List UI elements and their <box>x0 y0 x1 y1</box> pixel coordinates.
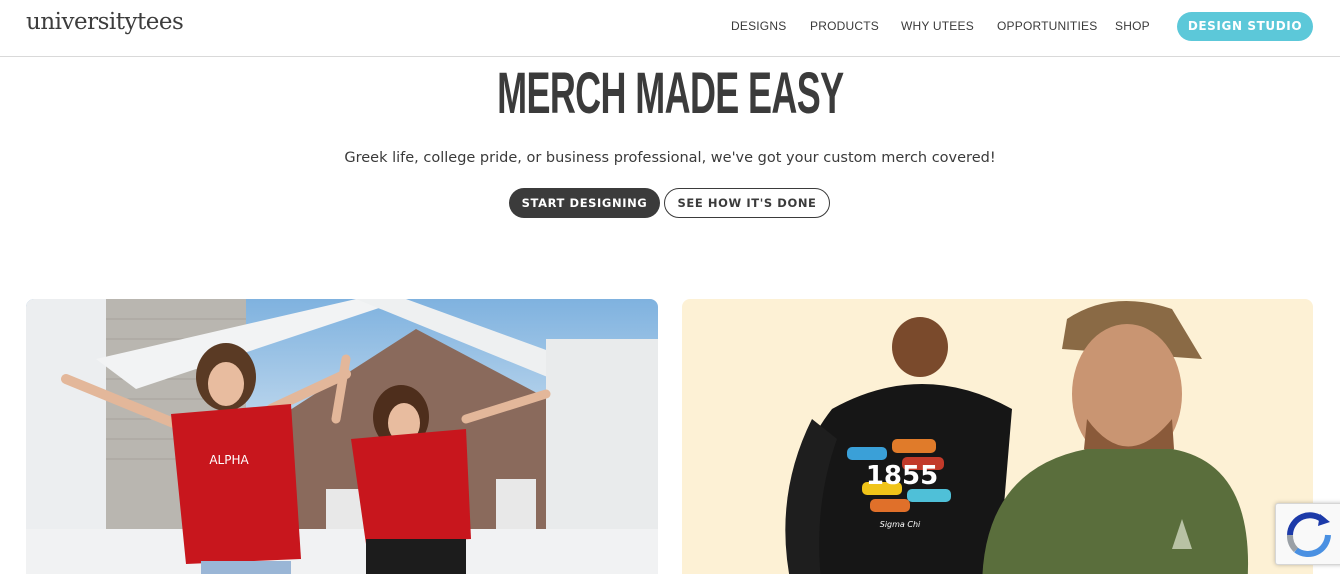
design-studio-button[interactable]: DESIGN STUDIO <box>1177 12 1313 41</box>
recaptcha-badge[interactable] <box>1275 503 1340 565</box>
bounce-house-illustration: ALPHA <box>26 299 658 574</box>
nav-products[interactable]: PRODUCTS <box>810 19 879 33</box>
left-shirt-print: ALPHA <box>209 453 249 467</box>
site-logo[interactable]: universitytees <box>26 9 184 35</box>
nav-opportunities[interactable]: OPPORTUNITIES <box>997 19 1097 33</box>
hoodie-text: Sigma Chi <box>880 520 921 529</box>
nav-shop[interactable]: SHOP <box>1115 19 1150 33</box>
site-header: universitytees DESIGNS PRODUCTS WHY UTEE… <box>0 0 1340 57</box>
bounce-house-photo[interactable]: ALPHA <box>26 299 658 574</box>
apparel-models-photo[interactable]: 1855 Sigma Chi <box>682 299 1313 574</box>
hero-title: MERCH MADE EASY <box>0 60 1340 127</box>
apparel-illustration: 1855 Sigma Chi <box>785 301 1248 574</box>
hoodie-number: 1855 <box>866 461 938 491</box>
hero-title-text: MERCH MADE EASY <box>496 61 844 126</box>
see-how-button[interactable]: SEE HOW IT'S DONE <box>664 188 830 218</box>
nav-designs[interactable]: DESIGNS <box>731 19 786 33</box>
nav-why-utees[interactable]: WHY UTEES <box>901 19 974 33</box>
hero-subtitle: Greek life, college pride, or business p… <box>344 150 996 166</box>
start-designing-button[interactable]: START DESIGNING <box>509 188 660 218</box>
recaptcha-icon <box>1287 512 1331 557</box>
